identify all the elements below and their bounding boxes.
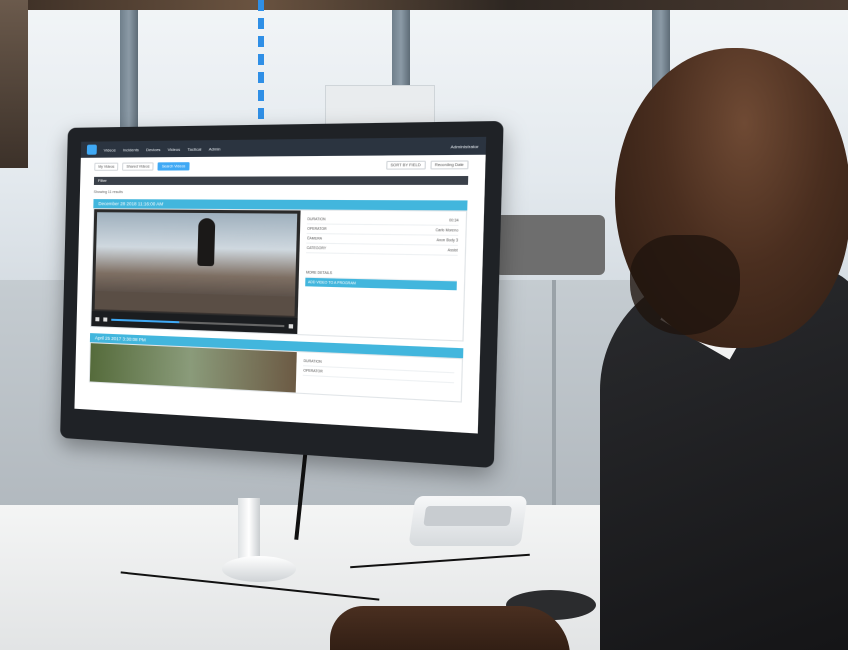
seek-progress <box>111 318 179 323</box>
background-chair <box>495 215 605 275</box>
my-videos-button: My Videos <box>94 163 118 171</box>
fullscreen-icon <box>289 324 293 328</box>
meta-key: OPERATOR <box>303 368 323 373</box>
recording-date-select: Recording Date <box>430 160 469 169</box>
monitor-screen: Videos Incidents Devices Videos Tactical… <box>74 137 486 434</box>
meta-value: Carlo Moreno <box>435 228 458 233</box>
person-beard <box>630 235 740 335</box>
meta-key: DURATION <box>307 217 325 221</box>
play-icon <box>95 317 99 321</box>
filter-bar: Filter <box>94 176 468 185</box>
monitor: Videos Incidents Devices Videos Tactical… <box>60 121 504 468</box>
meta-key: CATEGORY <box>307 246 327 251</box>
app-logo-icon <box>87 145 97 155</box>
more-details-label: MORE DETAILS <box>306 270 332 275</box>
meta-value: 00:34 <box>449 218 459 223</box>
record-date: December 28 2018 11:16:00 AM <box>98 201 163 206</box>
video-player <box>91 209 301 334</box>
nav-item: Incidents <box>123 147 139 152</box>
nav-item: Videos <box>168 146 181 151</box>
meta-row: CATEGORY Assist <box>306 244 457 256</box>
search-videos-button: Search Videos <box>158 162 190 170</box>
monitor-bezel: Videos Incidents Devices Videos Tactical… <box>60 121 504 468</box>
user-label: Administrator <box>450 143 478 149</box>
cubicle-seam <box>552 280 556 520</box>
nav-item: Videos <box>104 147 116 152</box>
nav-item: Devices <box>146 146 161 151</box>
video-seek-bar <box>111 318 285 326</box>
toolbar-spacer <box>194 165 382 166</box>
meta-key: CAMERA <box>307 236 322 240</box>
office-photo-scene: Videos Incidents Devices Videos Tactical… <box>0 0 848 650</box>
meta-key: DURATION <box>303 359 321 364</box>
video-thumbnail <box>90 343 297 392</box>
record-metadata: DURATION 00:34 OPERATOR Carlo Moreno CAMER… <box>298 211 466 341</box>
shared-videos-button: Shared Videos <box>122 162 153 170</box>
nav-spacer <box>228 146 442 148</box>
sort-label: SORT BY FIELD <box>386 161 426 170</box>
monitor-base <box>222 556 296 582</box>
dotted-connector-line <box>258 0 264 140</box>
nav-item: Tactical <box>187 146 201 151</box>
meta-value: Axon Body 3 <box>437 238 459 243</box>
meta-value: Assist <box>448 248 458 253</box>
results-count: Showing 11 results <box>80 188 485 197</box>
record-card: DURATION 00:34 OPERATOR Carlo Moreno CAMER… <box>90 208 467 341</box>
top-photo-strip <box>0 0 848 10</box>
screen-toolbar: My Videos Shared Videos Search Videos SO… <box>80 155 485 174</box>
desk-power-outlet <box>408 496 527 546</box>
record-metadata: DURATION OPERATOR <box>296 352 462 401</box>
record-date: April 25 2017 3:30:08 PM <box>95 335 146 342</box>
person-hand <box>330 606 570 650</box>
nav-item: Admin <box>209 146 221 151</box>
left-photo-strip <box>0 0 28 168</box>
video-person-figure <box>197 218 215 266</box>
meta-key: OPERATOR <box>307 227 327 231</box>
stop-icon <box>103 317 107 321</box>
